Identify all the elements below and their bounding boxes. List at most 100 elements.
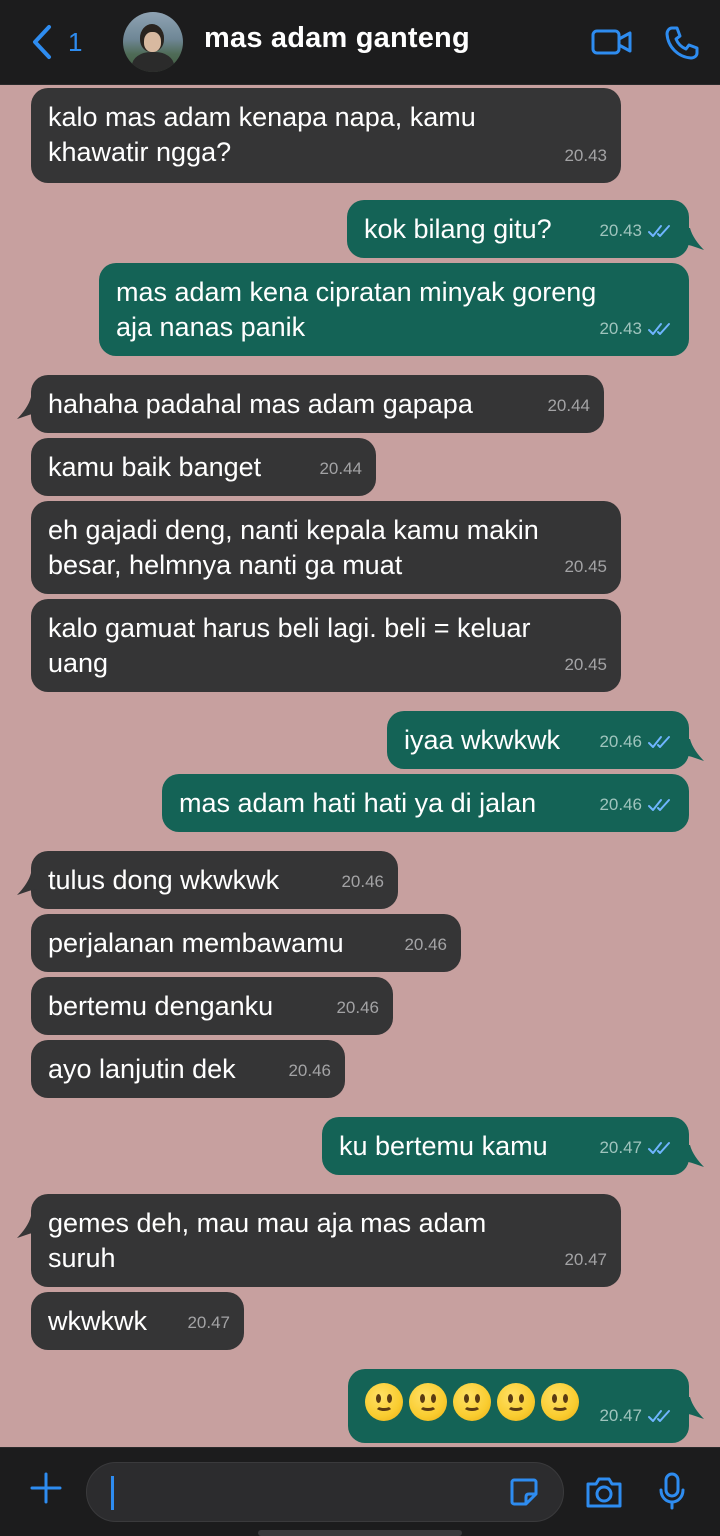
microphone-icon[interactable]	[658, 1471, 686, 1511]
composer-bar	[0, 1447, 720, 1536]
incoming-message[interactable]: bertemu denganku 20.46	[31, 977, 393, 1035]
message-time: 20.43	[564, 146, 607, 165]
message-time: 20.47	[187, 1313, 230, 1332]
outgoing-message[interactable]: mas adam hati hati ya di jalan 20.46	[162, 774, 689, 832]
contact-name[interactable]: mas adam ganteng	[204, 22, 470, 55]
bubble-tail	[684, 1397, 704, 1419]
incoming-message[interactable]: kamu baik banget 20.44	[31, 438, 376, 496]
double-check-icon	[648, 1141, 670, 1154]
message-time: 20.44	[547, 396, 590, 415]
message-text: ayo lanjutin dek	[48, 1054, 236, 1084]
incoming-message[interactable]: hahaha padahal mas adam gapapa 20.44	[31, 375, 604, 433]
bubble-tail	[17, 873, 37, 895]
message-time: 20.46	[599, 795, 642, 814]
message-text: kalo gamuat harus beli lagi. beli = kelu…	[48, 613, 531, 678]
read-receipt	[647, 1408, 675, 1424]
double-check-icon	[648, 322, 670, 335]
slightly-smiling-face-icon	[409, 1383, 447, 1421]
unread-count: 1	[68, 26, 83, 57]
outgoing-message[interactable]: 20.47	[348, 1369, 689, 1443]
message-meta: 20.46	[404, 927, 447, 962]
message-time: 20.46	[599, 732, 642, 751]
read-receipt	[647, 223, 675, 239]
double-check-icon	[648, 1409, 670, 1422]
message-time: 20.46	[341, 872, 384, 891]
message-meta: 20.43	[564, 138, 607, 173]
outgoing-message[interactable]: ku bertemu kamu 20.47	[322, 1117, 689, 1175]
message-list[interactable]: kalo mas adam kenapa napa, kamu khawatir…	[0, 85, 720, 1447]
message-time: 20.46	[404, 935, 447, 954]
message-meta: 20.47	[599, 1398, 675, 1433]
incoming-message[interactable]: perjalanan membawamu 20.46	[31, 914, 461, 972]
message-meta: 20.46	[599, 787, 675, 822]
message-time: 20.46	[336, 998, 379, 1017]
message-text: mas adam hati hati ya di jalan	[179, 788, 537, 818]
incoming-message[interactable]: ayo lanjutin dek 20.46	[31, 1040, 345, 1098]
bubble-tail	[684, 739, 704, 761]
incoming-message[interactable]: wkwkwk 20.47	[31, 1292, 244, 1350]
message-time: 20.43	[599, 221, 642, 240]
message-time: 20.45	[564, 655, 607, 674]
message-meta: 20.47	[564, 1242, 607, 1277]
slightly-smiling-face-icon	[541, 1383, 579, 1421]
message-time: 20.47	[564, 1250, 607, 1269]
incoming-message[interactable]: gemes deh, mau mau aja mas adam suruh 20.…	[31, 1194, 621, 1287]
message-meta: 20.46	[341, 864, 384, 899]
message-time: 20.47	[599, 1406, 642, 1425]
message-time: 20.47	[599, 1138, 642, 1157]
back-button[interactable]: 1	[30, 24, 82, 60]
read-receipt	[647, 797, 675, 813]
bubble-tail	[684, 1145, 704, 1167]
message-text: mas adam kena cipratan minyak goreng aja…	[116, 277, 597, 342]
slightly-smiling-face-icon	[365, 1383, 403, 1421]
message-text: kamu baik banget	[48, 452, 262, 482]
message-text: bertemu denganku	[48, 991, 274, 1021]
video-call-icon[interactable]	[590, 25, 634, 59]
phone-icon[interactable]	[664, 25, 700, 61]
double-check-icon	[648, 798, 670, 811]
message-meta: 20.46	[336, 990, 379, 1025]
sticker-icon[interactable]	[508, 1476, 540, 1508]
message-meta: 20.44	[319, 451, 362, 486]
read-receipt	[647, 321, 675, 337]
bubble-tail	[17, 397, 37, 419]
read-receipt	[647, 1140, 675, 1156]
message-meta: 20.46	[288, 1053, 331, 1088]
message-time: 20.43	[599, 319, 642, 338]
outgoing-message[interactable]: iyaa wkwkwk 20.46	[387, 711, 689, 769]
double-check-icon	[648, 224, 670, 237]
incoming-message[interactable]: eh gajadi deng, nanti kepala kamu makin …	[31, 501, 621, 594]
incoming-message[interactable]: kalo gamuat harus beli lagi. beli = kelu…	[31, 599, 621, 692]
message-input[interactable]	[86, 1462, 564, 1522]
message-time: 20.44	[319, 459, 362, 478]
camera-icon[interactable]	[584, 1474, 624, 1510]
message-text: tulus dong wkwkwk	[48, 865, 280, 895]
incoming-message[interactable]: tulus dong wkwkwk 20.46	[31, 851, 398, 909]
read-receipt	[647, 734, 675, 750]
message-meta: 20.44	[547, 388, 590, 423]
plus-icon[interactable]	[28, 1470, 64, 1506]
outgoing-message[interactable]: kok bilang gitu? 20.43	[347, 200, 689, 258]
incoming-message[interactable]: kalo mas adam kenapa napa, kamu khawatir…	[31, 88, 621, 183]
message-time: 20.45	[564, 557, 607, 576]
back-chevron-icon	[33, 25, 51, 59]
message-meta: 20.47	[187, 1305, 230, 1340]
outgoing-message[interactable]: mas adam kena cipratan minyak goreng aja…	[99, 263, 689, 356]
message-text: eh gajadi deng, nanti kepala kamu makin …	[48, 515, 539, 580]
message-text: kalo mas adam kenapa napa, kamu khawatir…	[48, 102, 476, 167]
slightly-smiling-face-icon	[497, 1383, 535, 1421]
message-text: gemes deh, mau mau aja mas adam suruh	[48, 1208, 487, 1273]
message-meta: 20.47	[599, 1130, 675, 1165]
bubble-tail	[684, 228, 704, 250]
message-text: perjalanan membawamu	[48, 928, 344, 958]
message-meta: 20.45	[564, 647, 607, 682]
double-check-icon	[648, 735, 670, 748]
message-meta: 20.45	[564, 549, 607, 584]
chat-header: 1 mas adam ganteng	[0, 0, 720, 85]
message-meta: 20.46	[599, 724, 675, 759]
message-text: hahaha padahal mas adam gapapa	[48, 389, 473, 419]
bubble-tail	[17, 1216, 37, 1238]
text-caret	[111, 1476, 114, 1510]
slightly-smiling-face-icon	[453, 1383, 491, 1421]
avatar[interactable]	[123, 12, 183, 72]
